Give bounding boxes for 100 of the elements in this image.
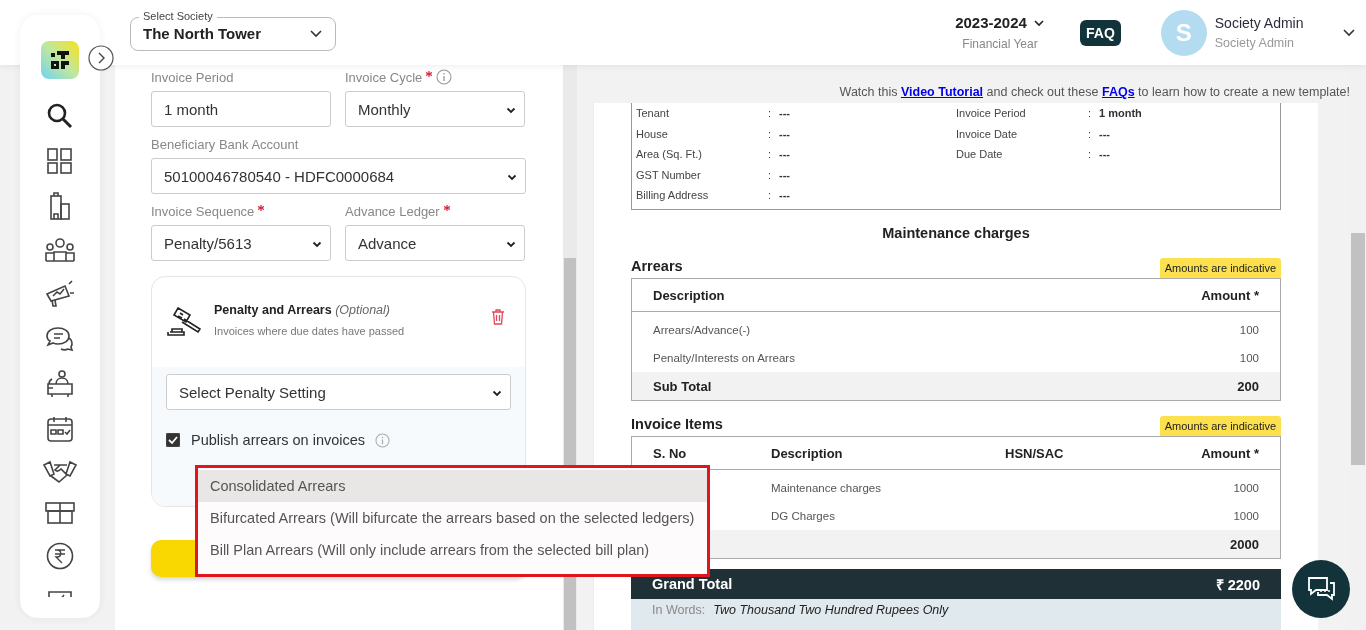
field-label: Invoice Period (151, 69, 234, 85)
society-name: The North Tower (143, 25, 263, 42)
handshake-icon[interactable] (43, 460, 77, 484)
field-label: Invoice Sequence (151, 203, 255, 219)
subtotal-value: 2000 (1230, 536, 1259, 552)
detail-label: GST Number (636, 168, 702, 181)
separator: : (1088, 148, 1092, 161)
grand-total-label: Grand Total (652, 576, 733, 592)
required-asterisk-icon (426, 71, 433, 77)
detail-value: --- (779, 107, 790, 120)
building-icon[interactable] (49, 192, 71, 220)
dropdown-option[interactable]: Bill Plan Arrears (Will only include arrears from the selected bill plan) (198, 534, 707, 566)
chevron-down-icon (1032, 18, 1045, 27)
chevron-down-icon (507, 174, 517, 181)
detail-value: --- (1099, 127, 1110, 140)
box-icon[interactable] (45, 502, 75, 524)
table-cell-text: Penalty/Interests on Arrears (653, 352, 796, 364)
financial-year-label: Financial Year (962, 37, 1038, 51)
dashboard-icon[interactable] (47, 148, 73, 174)
checkbox[interactable] (166, 433, 180, 447)
detail-value: --- (779, 168, 790, 181)
chevron-down-icon (309, 29, 323, 38)
people-icon[interactable] (45, 238, 75, 262)
grand-total-value: ₹ 2200 (1215, 576, 1260, 594)
separator: : (768, 127, 772, 140)
subtotal-label: Sub Total (653, 378, 713, 394)
amount-in-words: Two Thousand Two Hundred Rupees Only (713, 603, 949, 617)
gavel-icon (166, 305, 202, 339)
field-label: Beneficiary Bank Account (151, 136, 299, 152)
info-icon[interactable] (436, 69, 453, 85)
tutorial-note: Watch this Video Tutorial and check out these FAQs to learn how to create a new template! (838, 85, 1350, 99)
select-field[interactable]: Advance (345, 225, 525, 261)
in-words-label: In Words: (652, 603, 706, 617)
card-subtitle: Invoices where due dates have passed (214, 325, 406, 337)
user-role: Society Admin (1214, 36, 1295, 50)
select-field[interactable]: 50100046780540 - HDFC0000684 (151, 158, 526, 194)
expand-sidebar-button[interactable] (88, 45, 114, 71)
table-cell-text: DG Charges (771, 510, 836, 522)
indicative-badge: Amounts are indicative (1159, 416, 1281, 436)
user-name: Society Admin (1214, 15, 1304, 31)
detail-label: Tenant (636, 107, 671, 120)
chevron-down-icon (506, 241, 516, 248)
logo-icon[interactable] (41, 41, 79, 79)
detail-value: --- (779, 148, 790, 161)
chevron-down-icon (312, 241, 322, 248)
section-title: Invoice Items (631, 416, 723, 432)
reception-desk-icon[interactable] (46, 370, 74, 398)
table-cell: 100 (1239, 352, 1259, 364)
separator: : (1088, 107, 1092, 120)
column-header: HSN/SAC (1005, 445, 1065, 461)
separator: : (1088, 127, 1092, 140)
subtotal-value: 200 (1237, 378, 1259, 394)
indicative-badge: Amounts are indicative (1159, 258, 1281, 278)
input-field[interactable]: 1 month (151, 91, 331, 127)
select-field[interactable]: Penalty/5613 (151, 225, 331, 261)
detail-label: Due Date (956, 148, 1004, 161)
dropdown-option[interactable]: Bifurcated Arrears (Will bifurcate the arrears based on the selected ledgers) (198, 502, 707, 534)
detail-value: --- (779, 189, 790, 202)
detail-label: Invoice Period (956, 107, 1027, 120)
table-cell: 100 (1239, 324, 1259, 336)
chevron-down-icon[interactable] (1341, 28, 1356, 37)
column-header: Amount * (1201, 287, 1259, 303)
field-label: Advance Ledger (345, 203, 440, 219)
table-cell: 1000 (1233, 482, 1259, 494)
required-asterisk-icon (258, 205, 265, 211)
detail-label: Invoice Date (956, 127, 1019, 140)
trash-icon[interactable] (491, 309, 505, 325)
penalty-setting-select[interactable]: Select Penalty Setting (166, 374, 511, 410)
column-header: Amount * (1201, 445, 1259, 461)
separator: : (768, 107, 772, 120)
separator: : (768, 148, 772, 161)
society-select-label: Select Society (139, 9, 217, 22)
chevron-down-icon (506, 107, 516, 114)
required-asterisk-icon (443, 205, 450, 211)
rupee-coin-icon[interactable] (46, 542, 74, 570)
chat-bubbles-icon[interactable] (46, 326, 74, 352)
chat-button[interactable] (1292, 560, 1350, 618)
detail-value: --- (779, 127, 790, 140)
column-header: S. No (653, 445, 688, 461)
checkbox-label: Publish arrears on invoices (191, 432, 366, 448)
table-cell: 1000 (1233, 510, 1259, 522)
video-tutorial-link[interactable]: Video Tutorial (900, 85, 984, 99)
detail-value: --- (1099, 148, 1110, 161)
detail-value: 1 month (1099, 107, 1142, 120)
separator: : (768, 168, 772, 181)
faqs-link[interactable]: FAQs (1101, 85, 1135, 99)
table-cell-text: Maintenance charges (771, 482, 882, 494)
section-title: Arrears (631, 258, 683, 274)
financial-year-select[interactable]: 2023-2024 (955, 14, 1027, 31)
faq-button[interactable]: FAQ (1080, 19, 1121, 46)
detail-label: House (636, 127, 669, 140)
megaphone-icon[interactable] (45, 280, 75, 308)
select-field[interactable]: Monthly (345, 91, 525, 127)
search-icon[interactable] (46, 102, 74, 130)
calendar-icon[interactable] (47, 416, 73, 442)
field-label: Invoice Cycle (345, 69, 423, 85)
chevron-down-icon (492, 390, 502, 397)
column-header: Description (653, 287, 726, 303)
dropdown-option[interactable]: Consolidated Arrears (198, 470, 707, 502)
invoice-title: Maintenance charges (881, 225, 1031, 241)
